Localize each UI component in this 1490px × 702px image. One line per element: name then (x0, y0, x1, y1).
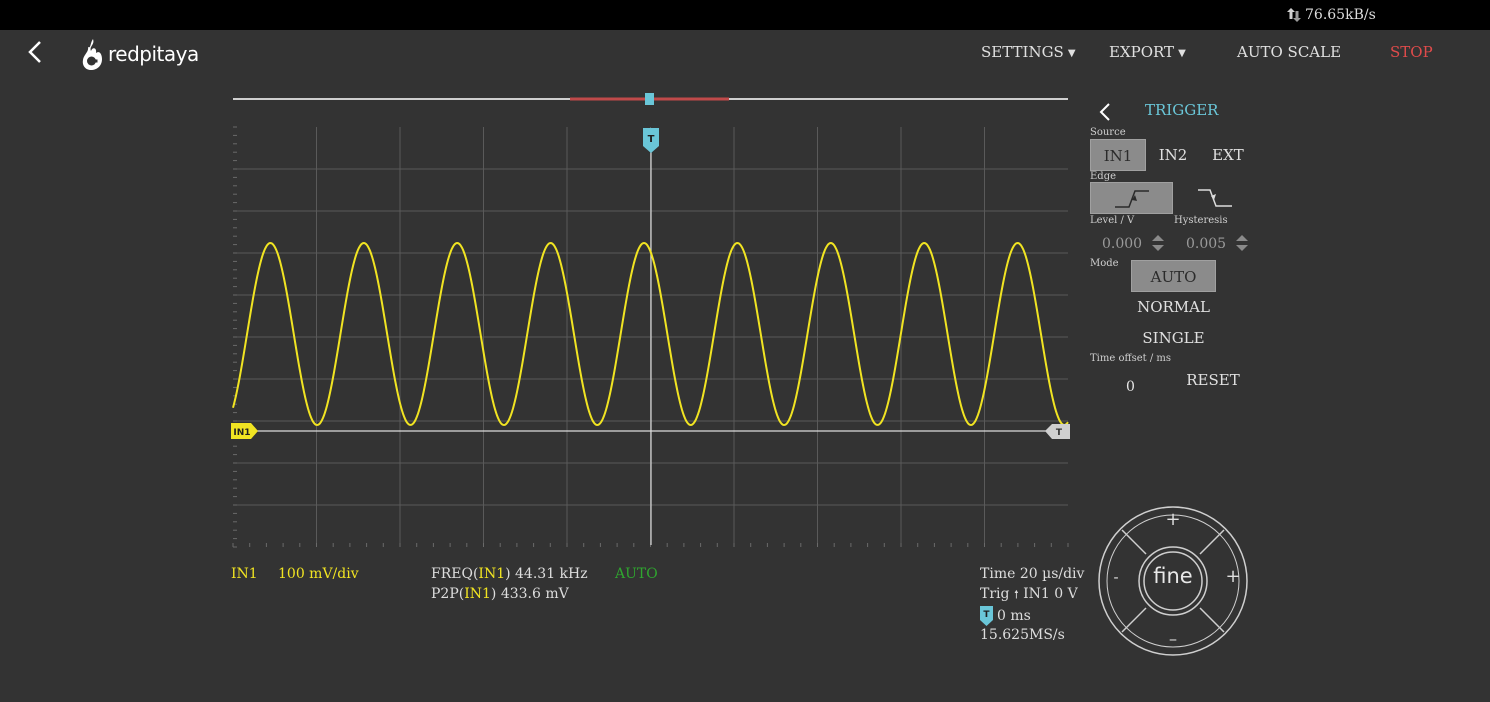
fine-button[interactable]: fine (1143, 564, 1203, 588)
chevron-left-icon (1099, 103, 1110, 121)
flame-logo-icon (82, 39, 102, 70)
reset-offset-button[interactable]: RESET (1185, 364, 1241, 396)
rising-edge-button[interactable] (1090, 182, 1173, 214)
time-offset-value: 0 ms (997, 608, 1031, 624)
p2p-prefix: P2P( (431, 586, 465, 602)
hysteresis-input[interactable]: 0.005 (1186, 236, 1226, 252)
hysteresis-spinner[interactable] (1235, 233, 1249, 253)
wheel-up-button[interactable]: + (1163, 509, 1183, 530)
sample-rate: 15.625MS/s (980, 627, 1065, 643)
export-menu[interactable]: EXPORT ▼ (1109, 43, 1186, 61)
channel-scale: 100 mV/div (278, 566, 359, 582)
hysteresis-label: Hysteresis (1174, 215, 1228, 226)
source-in2-button[interactable]: IN2 (1150, 139, 1196, 171)
trigger-marker[interactable]: T (643, 128, 659, 153)
trigger-info: Trig 🠕 IN1 0 V (980, 586, 1078, 605)
time-offset-info: T 0 ms (980, 606, 1031, 626)
trigger-level-input[interactable]: 0.000 (1102, 236, 1142, 252)
mode-single-button[interactable]: SINGLE (1131, 322, 1216, 352)
source-label: Source (1090, 127, 1126, 138)
rising-edge-icon (1115, 190, 1149, 208)
mode-normal-button[interactable]: NORMAL (1131, 291, 1216, 321)
freq-prefix: FREQ( (431, 566, 479, 582)
spinner-arrows-icon (1236, 235, 1248, 251)
wheel-left-button[interactable]: - (1108, 568, 1124, 586)
network-rate-text: 76.65kB/s (1305, 7, 1376, 23)
wheel-down-button[interactable]: – (1163, 629, 1183, 648)
wheel-right-button[interactable]: + (1223, 566, 1243, 587)
trigger-level-marker-label: T (1056, 428, 1063, 438)
time-offset-label: Time offset / ms (1090, 353, 1171, 364)
source-ext-button[interactable]: EXT (1203, 139, 1253, 171)
trig-prefix: Trig (980, 586, 1010, 602)
freq-channel: IN1 (478, 566, 506, 582)
mode-auto-button[interactable]: AUTO (1131, 260, 1216, 292)
rising-edge-arrow-icon: 🠕 (1013, 588, 1019, 601)
trigger-marker-label: T (648, 134, 655, 145)
auto-scale-button[interactable]: AUTO SCALE (1237, 43, 1341, 61)
p2p-channel: IN1 (464, 586, 491, 602)
trigger-offset-marker-icon: T (980, 606, 993, 626)
settings-menu-label: SETTINGS (981, 43, 1064, 61)
trig-value: IN1 0 V (1023, 586, 1078, 602)
p2p-value: ) 433.6 mV (490, 586, 569, 602)
trigger-panel-back-button[interactable] (1097, 101, 1113, 123)
plot-canvas[interactable]: T IN1 T (230, 90, 1072, 555)
redpitaya-logo: redpitaya (80, 36, 199, 72)
buffer-trigger-handle[interactable] (645, 93, 654, 105)
falling-edge-icon (1198, 189, 1232, 207)
time-offset-input[interactable]: 0 (1126, 379, 1135, 395)
source-in1-button[interactable]: IN1 (1090, 139, 1146, 171)
level-spinner[interactable] (1151, 233, 1165, 253)
spinner-arrows-icon (1152, 235, 1164, 251)
logo-text: redpitaya (108, 42, 199, 66)
export-menu-label: EXPORT (1109, 43, 1175, 61)
caret-down-icon: ▼ (1178, 47, 1186, 59)
p2p-measurement: P2P(IN1) 433.6 mV (431, 586, 569, 602)
in1-marker-label: IN1 (233, 428, 250, 438)
status-bar: 76.65kB/s (0, 0, 1490, 30)
settings-menu[interactable]: SETTINGS ▼ (981, 43, 1076, 61)
falling-edge-button[interactable] (1176, 182, 1259, 214)
acquisition-status: AUTO (615, 566, 658, 582)
stop-button[interactable]: STOP (1390, 43, 1433, 61)
network-rate: 76.65kB/s (1286, 7, 1376, 23)
edge-label: Edge (1090, 171, 1117, 182)
jog-wheel[interactable]: + – - + fine (1096, 504, 1250, 658)
trigger-panel-title: TRIGGER (1145, 101, 1219, 119)
back-button[interactable] (24, 38, 48, 66)
level-label: Level / V (1090, 215, 1135, 226)
caret-down-icon: ▼ (1067, 47, 1076, 59)
freq-value: ) 44.31 kHz (505, 566, 588, 582)
chevron-left-icon (28, 41, 41, 63)
frequency-measurement: FREQ(IN1) 44.31 kHz (431, 566, 588, 582)
channel-label[interactable]: IN1 (231, 566, 258, 582)
trigger-level-marker[interactable]: T (1045, 424, 1070, 439)
svg-text:T: T (983, 610, 990, 620)
upload-download-icon (1287, 8, 1301, 22)
time-scale: Time 20 µs/div (980, 566, 1085, 582)
oscilloscope-plot[interactable]: T IN1 T (230, 90, 1072, 555)
in1-offset-marker[interactable]: IN1 (231, 423, 258, 439)
mode-label: Mode (1090, 258, 1119, 269)
